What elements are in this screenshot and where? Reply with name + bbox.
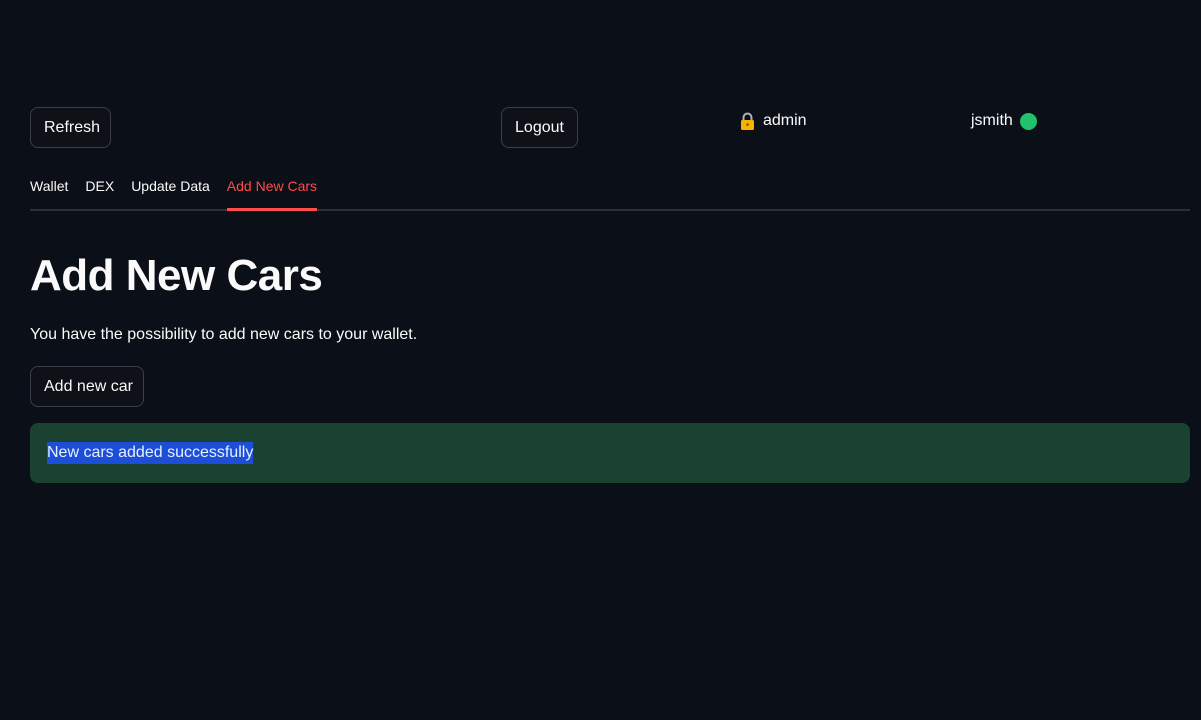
logout-button[interactable]: Logout xyxy=(501,107,578,148)
tab-wallet[interactable]: Wallet xyxy=(30,174,68,209)
success-alert: New cars added successfully xyxy=(30,423,1190,483)
tab-dex[interactable]: DEX xyxy=(85,174,114,209)
tab-add-new-cars[interactable]: Add New Cars xyxy=(226,174,318,211)
app-window: Refresh Logout admin jsmith Wallet DEX U… xyxy=(0,0,1201,720)
role-label: admin xyxy=(763,112,807,129)
refresh-button[interactable]: Refresh xyxy=(30,107,111,148)
success-message: New cars added successfully xyxy=(47,442,254,464)
page-description: You have the possibility to add new cars… xyxy=(30,326,418,343)
lock-icon xyxy=(739,112,756,130)
page-title: Add New Cars xyxy=(30,251,323,300)
add-new-car-button[interactable]: Add new car xyxy=(30,366,144,407)
user-role: admin xyxy=(739,110,807,132)
username-label: jsmith xyxy=(971,112,1013,129)
tab-update-data[interactable]: Update Data xyxy=(131,174,210,209)
user-info: jsmith xyxy=(971,110,1037,132)
tab-bar: Wallet DEX Update Data Add New Cars xyxy=(30,174,1190,211)
online-status-icon xyxy=(1019,112,1037,130)
